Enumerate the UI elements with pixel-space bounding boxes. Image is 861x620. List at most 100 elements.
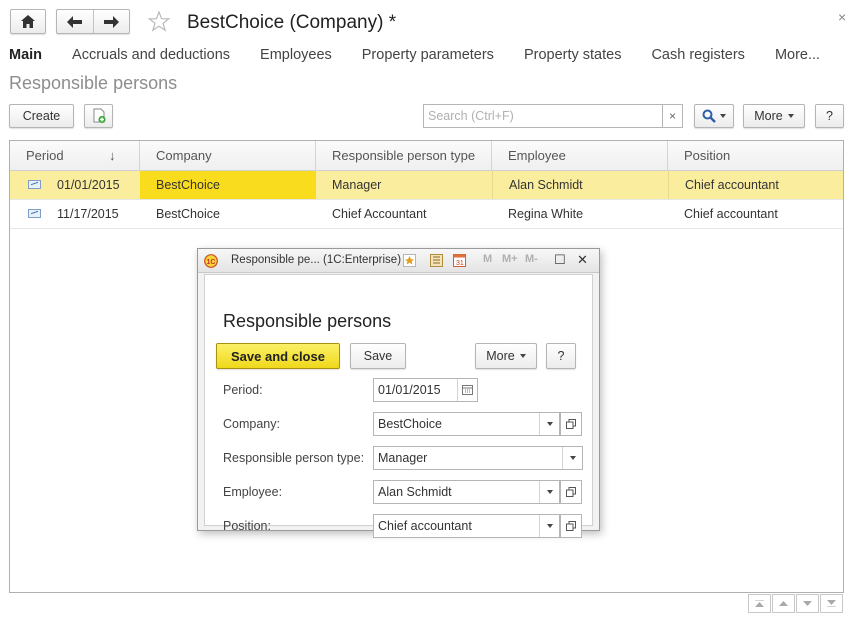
copy-document-icon — [93, 108, 106, 124]
company-field[interactable]: BestChoice — [373, 412, 582, 436]
period-field[interactable]: 01/01/2015 — [373, 378, 478, 402]
dialog-more-label: More — [486, 349, 515, 363]
calendar-icon — [462, 385, 473, 395]
dialog-heading: Responsible persons — [223, 311, 392, 331]
position-label: Position: — [223, 519, 271, 533]
responsible-person-type-value: Manager — [378, 451, 428, 465]
search-icon — [702, 109, 716, 123]
company-open-button[interactable] — [560, 412, 582, 436]
save-button[interactable]: Save — [350, 343, 406, 369]
section-title: Responsible persons — [9, 73, 178, 93]
column-header-position[interactable]: Position — [668, 141, 843, 171]
memory-minus-button[interactable]: M- — [525, 253, 538, 265]
employee-field[interactable]: Alan Schmidt — [373, 480, 582, 504]
calculator-icon[interactable] — [430, 254, 443, 267]
company-dropdown-button[interactable] — [539, 413, 559, 435]
dialog-help-button[interactable]: ? — [546, 343, 576, 369]
position-dropdown-button[interactable] — [539, 515, 559, 537]
dialog-close-button[interactable]: ✕ — [577, 252, 588, 268]
tab-property-states[interactable]: Property states — [524, 47, 622, 63]
cell-employee: Regina White — [508, 207, 584, 221]
home-button[interactable] — [10, 9, 46, 34]
more-button[interactable]: More — [743, 104, 805, 128]
position-value: Chief accountant — [378, 519, 472, 533]
cell-employee: Alan Schmidt — [492, 171, 668, 199]
tab-employees[interactable]: Employees — [260, 47, 332, 63]
cell-position: Chief accountant — [668, 171, 843, 199]
chevron-down-icon — [519, 354, 526, 358]
cell-period: 01/01/2015 — [57, 178, 120, 192]
column-header-company[interactable]: Company — [140, 141, 316, 171]
table-header: Period ↓ Company Responsible person type… — [10, 141, 843, 171]
scroll-to-top-button[interactable] — [748, 594, 771, 613]
employee-dropdown-button[interactable] — [539, 481, 559, 503]
window-title: BestChoice (Company) * — [187, 12, 397, 33]
scroll-up-button[interactable] — [772, 594, 795, 613]
favorite-star-icon[interactable] — [148, 11, 170, 32]
tab-cash-registers[interactable]: Cash registers — [651, 47, 744, 63]
column-header-employee[interactable]: Employee — [492, 141, 668, 171]
svg-text:1C: 1C — [207, 259, 216, 266]
open-window-icon — [566, 419, 576, 429]
memory-m-button[interactable]: M — [483, 253, 492, 265]
dialog-window-title: Responsible pe... (1C:Enterprise) — [231, 254, 402, 266]
copy-button[interactable] — [84, 104, 113, 128]
period-value: 01/01/2015 — [378, 383, 441, 397]
employee-open-button[interactable] — [560, 480, 582, 504]
cell-type: Manager — [332, 178, 382, 192]
scroll-to-bottom-button[interactable] — [820, 594, 843, 613]
type-dropdown-button[interactable] — [562, 447, 582, 469]
dialog-titlebar: 1C Responsible pe... (1C:Enterprise) 31 … — [198, 249, 599, 273]
cell-company: BestChoice — [156, 207, 220, 221]
favorite-icon[interactable] — [403, 254, 416, 267]
back-button[interactable] — [57, 10, 94, 33]
forward-button[interactable] — [94, 10, 130, 33]
responsible-person-type-label: Responsible person type: — [223, 451, 365, 465]
help-button[interactable]: ? — [815, 104, 844, 128]
employee-label: Employee: — [223, 485, 283, 499]
calendar-icon[interactable]: 31 — [453, 254, 466, 267]
tab-more[interactable]: More... — [775, 47, 820, 63]
calendar-button[interactable] — [457, 379, 477, 401]
scroll-down-button[interactable] — [796, 594, 819, 613]
double-up-icon — [755, 600, 764, 607]
save-and-close-button[interactable]: Save and close — [216, 343, 340, 369]
cell-company: BestChoice — [140, 171, 316, 199]
position-open-button[interactable] — [560, 514, 582, 538]
company-label: Company: — [223, 417, 280, 431]
chevron-down-icon — [546, 490, 553, 494]
more-button-label: More — [754, 109, 783, 123]
svg-text:31: 31 — [456, 260, 464, 267]
dialog-more-button[interactable]: More — [475, 343, 537, 369]
cell-period: 11/17/2015 — [57, 207, 119, 221]
chevron-down-icon — [546, 524, 553, 528]
clear-search-button[interactable]: × — [662, 104, 683, 128]
column-header-period[interactable]: Period ↓ — [10, 141, 140, 171]
table-row[interactable]: 11/17/2015 BestChoice Chief Accountant R… — [10, 200, 843, 229]
double-down-icon — [827, 600, 836, 607]
responsible-person-type-field[interactable]: Manager — [373, 446, 583, 470]
chevron-up-icon — [779, 601, 788, 606]
chevron-down-icon — [803, 601, 812, 606]
maximize-button[interactable]: ☐ — [554, 252, 566, 268]
search-options-button[interactable] — [694, 104, 734, 128]
home-icon — [21, 15, 35, 28]
arrow-right-icon — [103, 15, 119, 28]
chevron-down-icon — [569, 456, 576, 460]
search-input[interactable] — [423, 104, 662, 128]
open-window-icon — [566, 521, 576, 531]
close-window-button[interactable]: × — [838, 9, 846, 25]
tab-property-parameters[interactable]: Property parameters — [362, 47, 494, 63]
open-window-icon — [566, 487, 576, 497]
column-header-type[interactable]: Responsible person type — [316, 141, 492, 171]
sort-descending-icon: ↓ — [109, 148, 116, 163]
position-field[interactable]: Chief accountant — [373, 514, 582, 538]
create-button[interactable]: Create — [9, 104, 74, 128]
company-value: BestChoice — [378, 417, 442, 431]
memory-plus-button[interactable]: M+ — [502, 253, 518, 265]
tab-accruals-and-deductions[interactable]: Accruals and deductions — [72, 47, 230, 63]
tab-main[interactable]: Main — [9, 47, 42, 63]
record-icon — [28, 209, 41, 218]
table-row[interactable]: 01/01/2015 BestChoice Manager Alan Schmi… — [10, 171, 843, 200]
employee-value: Alan Schmidt — [378, 485, 452, 499]
